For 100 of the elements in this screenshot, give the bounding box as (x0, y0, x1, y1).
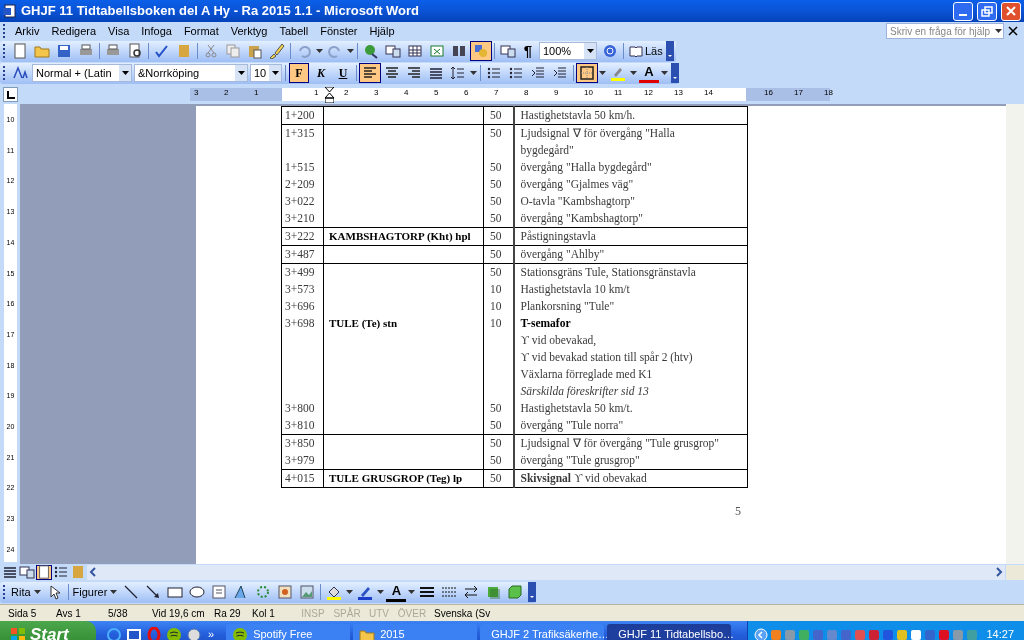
table-cell-text: TULE GRUSGROP (Teg) lp (329, 471, 464, 486)
show-formatting-button[interactable]: ¶ (519, 39, 537, 63)
menu-item[interactable]: Fönster (314, 22, 364, 40)
status-text: Kol 1 (252, 606, 276, 621)
restore-icon (981, 5, 993, 17)
caret-icon (995, 29, 1002, 33)
more-button[interactable]: » (206, 626, 217, 640)
font-dropdown[interactable]: &Norrköping (134, 64, 248, 82)
status-text: UTV (368, 606, 390, 621)
bold-button[interactable]: F (289, 63, 309, 83)
text-box-icon (211, 584, 228, 600)
taskbar-button[interactable]: Spotify Free (226, 623, 351, 640)
print-layout-button[interactable] (36, 564, 52, 580)
insert-spreadsheet-icon (429, 43, 445, 59)
menu-item[interactable]: Format (177, 22, 225, 40)
table-cell-text: övergång "Tule grusgrop" (520, 453, 641, 469)
table-cell-text: 50 (490, 418, 503, 433)
table-cell-text: O-tavla "Kambshagtorp" (520, 194, 636, 210)
italic-button[interactable]: K (311, 63, 331, 83)
caret-icon (470, 71, 477, 75)
table-cell-text: 10 (490, 299, 503, 314)
horizontal-scrollbar[interactable] (87, 564, 1005, 580)
style-dropdown[interactable]: Normal + (Latin (32, 64, 132, 82)
draw-menu-button[interactable]: Rita (9, 583, 44, 601)
rectangle-icon (167, 584, 184, 600)
taskbar-button[interactable]: GHJF 2 Trafiksäkerhe… (480, 623, 605, 640)
print-preview-icon (127, 43, 143, 59)
ruler-number: 2 (224, 89, 229, 97)
web-view-button[interactable] (19, 564, 35, 580)
minimize-button[interactable] (953, 1, 973, 21)
autoshapes-menu-button[interactable]: Figurer (70, 583, 121, 601)
outline-view-button[interactable] (53, 564, 69, 580)
menu-item[interactable]: Verktyg (224, 22, 274, 40)
format-painter-icon (269, 43, 285, 59)
table-cell-text: ϒ vid obevakad, (520, 333, 598, 348)
indent-marker-icon[interactable] (325, 87, 334, 103)
ruler-number: 3 (194, 89, 199, 97)
table-cell-text: Ljudsignal ∇ för övergång "Tule grusgrop" (520, 436, 720, 452)
vertical-scrollbar[interactable] (1006, 104, 1024, 564)
font-color-button[interactable]: A (639, 63, 659, 83)
taskbar-button[interactable]: 2015 (353, 623, 478, 640)
toolbar-options-icon[interactable] (671, 63, 679, 83)
spelling-icon (154, 43, 170, 59)
help-search-field[interactable]: Skriv en fråga för hjälp (886, 23, 1004, 39)
chevron-left-icon[interactable] (754, 627, 769, 640)
table-cell-text: 50 (490, 401, 503, 416)
undo-icon (296, 43, 312, 59)
borders-button[interactable] (576, 63, 598, 83)
ruler-number: 16 (764, 89, 773, 97)
table-cell-text: 3+222 (285, 229, 316, 244)
spotify-icon[interactable] (166, 626, 182, 640)
read-button[interactable]: Läs (626, 41, 666, 61)
tray-icon[interactable] (910, 628, 923, 640)
ruler-number: 1 (314, 89, 319, 97)
font-size-dropdown[interactable]: 10 (250, 64, 282, 82)
normal-view-button[interactable] (2, 564, 18, 580)
menu-item[interactable]: Hjälp (363, 22, 401, 40)
table-cell-text: 1+200 (285, 108, 316, 123)
start-button[interactable]: Start (0, 621, 96, 640)
restore-button[interactable] (977, 1, 997, 21)
menu-item[interactable]: Tabell (273, 22, 315, 40)
menu-item[interactable]: Infoga (135, 22, 178, 40)
table-cell-text: 50 (490, 194, 503, 209)
caret-icon (237, 71, 245, 75)
caret-icon (377, 590, 385, 594)
taskbar-button[interactable]: GHJF 11 Tidtabellsbo… (607, 623, 732, 640)
browser-icon[interactable] (106, 626, 122, 640)
align-left-button[interactable] (359, 63, 381, 83)
caret-icon (121, 71, 129, 75)
scroll-left-icon[interactable] (87, 566, 99, 578)
line-icon (123, 584, 140, 600)
table-cell-text: 50 (490, 229, 503, 244)
toolbar-options-icon[interactable] (665, 41, 674, 61)
ruler-number: 18 (824, 89, 833, 97)
table-cell-text: övergång "Ahlby" (520, 247, 606, 263)
table-cell-text: Plankorsning "Tule" (520, 299, 616, 315)
close-icon[interactable] (1008, 26, 1018, 36)
table-cell-text: 10 (490, 316, 503, 331)
drawing-button[interactable] (470, 41, 492, 61)
tab-selector-button[interactable] (3, 87, 18, 102)
toolbar-options-icon[interactable] (528, 582, 537, 602)
menu-item[interactable]: Arkiv (9, 22, 46, 40)
menu-item[interactable]: Visa (102, 22, 136, 40)
table-cell-text: 50 (490, 471, 503, 486)
drawing-icon (473, 43, 489, 59)
table-cell-text: 3+696 (285, 299, 316, 314)
table-cell-text: Skivsignal ϒ vid obevakad (520, 471, 648, 487)
close-button[interactable] (1001, 1, 1021, 21)
align-left-icon (362, 65, 378, 81)
ruler-number: 8 (524, 89, 529, 97)
tables-borders-icon (385, 43, 401, 59)
ruler-number: 1 (254, 89, 259, 97)
ruler-number: 9 (554, 89, 559, 97)
open-book-icon (629, 45, 643, 57)
underline-button[interactable]: U (333, 63, 353, 83)
zoom-dropdown[interactable]: 100% (539, 42, 597, 60)
status-text: Vid 19,6 cm (152, 606, 206, 621)
scroll-right-icon[interactable] (993, 566, 1005, 578)
menu-item[interactable]: Redigera (45, 22, 103, 40)
ruler-number: 12 (644, 89, 653, 97)
